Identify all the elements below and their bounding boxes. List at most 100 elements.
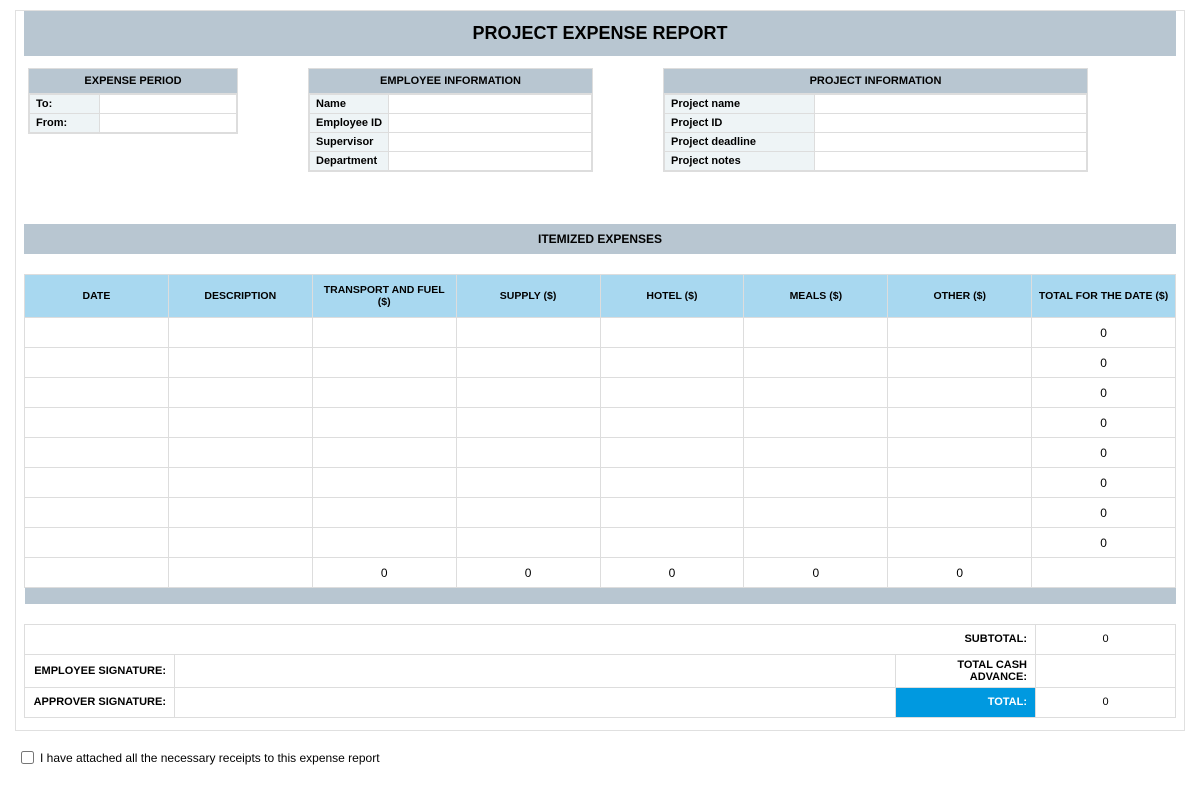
expense-cell-hotel[interactable] bbox=[600, 528, 744, 558]
expense-cell-other[interactable] bbox=[888, 378, 1032, 408]
col-supply: SUPPLY ($) bbox=[456, 275, 600, 318]
expense-cell-date[interactable] bbox=[25, 408, 169, 438]
period-from-value[interactable] bbox=[100, 114, 237, 133]
expense-cell-supply[interactable] bbox=[456, 408, 600, 438]
approver-signature-row: APPROVER SIGNATURE: TOTAL: 0 bbox=[25, 687, 1176, 717]
table-row: Project deadline bbox=[665, 133, 1087, 152]
expense-cell-date[interactable] bbox=[25, 378, 169, 408]
expense-cell-date[interactable] bbox=[25, 318, 169, 348]
summary-table: SUBTOTAL: 0 EMPLOYEE SIGNATURE: TOTAL CA… bbox=[24, 624, 1176, 718]
approver-signature-field[interactable] bbox=[175, 687, 896, 717]
expense-cell-transport[interactable] bbox=[312, 378, 456, 408]
column-total-supply: 0 bbox=[456, 558, 600, 588]
expense-cell-transport[interactable] bbox=[312, 318, 456, 348]
attestation-text: I have attached all the necessary receip… bbox=[40, 751, 380, 765]
project-notes-value[interactable] bbox=[815, 152, 1087, 171]
attestation-row: I have attached all the necessary receip… bbox=[15, 731, 1185, 785]
expense-cell-other[interactable] bbox=[888, 408, 1032, 438]
expense-cell-desc[interactable] bbox=[168, 318, 312, 348]
expense-cell-other[interactable] bbox=[888, 468, 1032, 498]
attestation-checkbox[interactable] bbox=[21, 751, 34, 764]
expense-cell-total: 0 bbox=[1032, 408, 1176, 438]
expense-cell-date[interactable] bbox=[25, 348, 169, 378]
expense-cell-transport[interactable] bbox=[312, 468, 456, 498]
expense-cell-meals[interactable] bbox=[744, 408, 888, 438]
expense-cell-meals[interactable] bbox=[744, 498, 888, 528]
expense-cell-hotel[interactable] bbox=[600, 498, 744, 528]
expense-cell-meals[interactable] bbox=[744, 468, 888, 498]
column-total-other: 0 bbox=[888, 558, 1032, 588]
expense-cell-other[interactable] bbox=[888, 318, 1032, 348]
expense-cell-desc[interactable] bbox=[168, 528, 312, 558]
expense-cell-meals[interactable] bbox=[744, 348, 888, 378]
table-row: 0 bbox=[25, 498, 1176, 528]
expense-header-row: DATE DESCRIPTION TRANSPORT AND FUEL ($) … bbox=[25, 275, 1176, 318]
project-id-value[interactable] bbox=[815, 114, 1087, 133]
expense-cell-hotel[interactable] bbox=[600, 318, 744, 348]
table-row: To: bbox=[30, 95, 237, 114]
expense-cell-meals[interactable] bbox=[744, 318, 888, 348]
expense-cell-desc[interactable] bbox=[168, 498, 312, 528]
expense-cell-other[interactable] bbox=[888, 348, 1032, 378]
subtotal-label: SUBTOTAL: bbox=[25, 624, 1036, 654]
table-row: Department bbox=[310, 152, 592, 171]
expense-cell-date[interactable] bbox=[25, 498, 169, 528]
subtotal-row: SUBTOTAL: 0 bbox=[25, 624, 1176, 654]
project-deadline-value[interactable] bbox=[815, 133, 1087, 152]
expense-cell-hotel[interactable] bbox=[600, 378, 744, 408]
column-total-transport: 0 bbox=[312, 558, 456, 588]
expense-cell-total: 0 bbox=[1032, 468, 1176, 498]
expense-cell-hotel[interactable] bbox=[600, 468, 744, 498]
employee-signature-field[interactable] bbox=[175, 654, 896, 687]
expense-cell-other[interactable] bbox=[888, 438, 1032, 468]
expense-cell-transport[interactable] bbox=[312, 528, 456, 558]
employee-name-value[interactable] bbox=[389, 95, 592, 114]
expense-cell-supply[interactable] bbox=[456, 498, 600, 528]
expense-cell-desc[interactable] bbox=[168, 408, 312, 438]
employee-id-label: Employee ID bbox=[310, 114, 389, 133]
expense-cell-transport[interactable] bbox=[312, 498, 456, 528]
project-deadline-label: Project deadline bbox=[665, 133, 815, 152]
expense-cell-meals[interactable] bbox=[744, 528, 888, 558]
expense-cell-supply[interactable] bbox=[456, 528, 600, 558]
col-hotel: HOTEL ($) bbox=[600, 275, 744, 318]
expense-cell-hotel[interactable] bbox=[600, 408, 744, 438]
expense-cell-hotel[interactable] bbox=[600, 438, 744, 468]
employee-signature-label: EMPLOYEE SIGNATURE: bbox=[25, 654, 175, 687]
expense-cell-desc[interactable] bbox=[168, 378, 312, 408]
table-row: Supervisor bbox=[310, 133, 592, 152]
cash-advance-value[interactable] bbox=[1036, 654, 1176, 687]
expense-cell-other[interactable] bbox=[888, 528, 1032, 558]
expense-cell-date[interactable] bbox=[25, 528, 169, 558]
table-row: From: bbox=[30, 114, 237, 133]
period-to-value[interactable] bbox=[100, 95, 237, 114]
expense-cell-transport[interactable] bbox=[312, 438, 456, 468]
expense-cell-date[interactable] bbox=[25, 438, 169, 468]
expense-cell-date[interactable] bbox=[25, 468, 169, 498]
expense-cell-hotel[interactable] bbox=[600, 348, 744, 378]
gap-row bbox=[25, 604, 1176, 624]
table-row: Project notes bbox=[665, 152, 1087, 171]
expense-cell-desc[interactable] bbox=[168, 438, 312, 468]
supervisor-value[interactable] bbox=[389, 133, 592, 152]
expense-table: DATE DESCRIPTION TRANSPORT AND FUEL ($) … bbox=[24, 274, 1176, 624]
expense-cell-supply[interactable] bbox=[456, 468, 600, 498]
expense-cell-other[interactable] bbox=[888, 498, 1032, 528]
expense-cell-supply[interactable] bbox=[456, 318, 600, 348]
expense-cell-meals[interactable] bbox=[744, 378, 888, 408]
expense-cell-transport[interactable] bbox=[312, 348, 456, 378]
expense-cell-total: 0 bbox=[1032, 318, 1176, 348]
expense-cell-transport[interactable] bbox=[312, 408, 456, 438]
project-name-value[interactable] bbox=[815, 95, 1087, 114]
col-transport: TRANSPORT AND FUEL ($) bbox=[312, 275, 456, 318]
department-value[interactable] bbox=[389, 152, 592, 171]
expense-cell-supply[interactable] bbox=[456, 378, 600, 408]
expense-cell-supply[interactable] bbox=[456, 438, 600, 468]
expense-cell-supply[interactable] bbox=[456, 348, 600, 378]
expense-cell-desc[interactable] bbox=[168, 348, 312, 378]
column-total-meals: 0 bbox=[744, 558, 888, 588]
expense-cell-desc[interactable] bbox=[168, 468, 312, 498]
project-id-label: Project ID bbox=[665, 114, 815, 133]
expense-cell-meals[interactable] bbox=[744, 438, 888, 468]
employee-id-value[interactable] bbox=[389, 114, 592, 133]
